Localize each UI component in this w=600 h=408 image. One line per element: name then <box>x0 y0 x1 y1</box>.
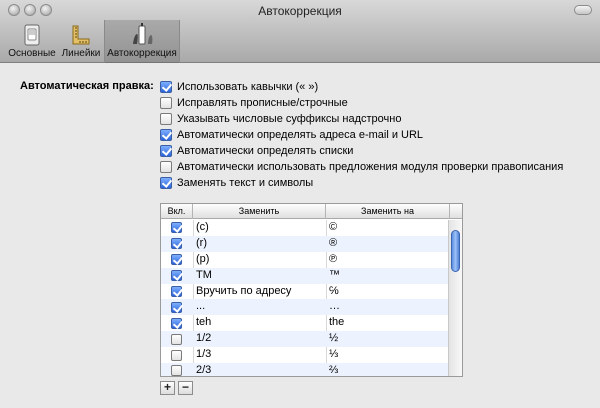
replace-table: Вкл. Заменить Заменить на (c) © (r) ® (p) ℗ TM… <box>160 203 463 377</box>
with-cell[interactable]: ½ <box>329 332 338 344</box>
row-enabled-cell <box>161 220 192 236</box>
table-row[interactable]: 2/3 ⅔ <box>161 363 450 376</box>
add-row-button[interactable]: + <box>160 381 175 395</box>
checkbox[interactable] <box>160 113 172 125</box>
row-enabled-checkbox[interactable] <box>171 238 182 250</box>
replace-cell[interactable]: Вручить по адресу <box>196 285 291 297</box>
title-toolbar: Автокоррекция Основные Линейки Автокорре… <box>0 0 600 63</box>
row-enabled-cell <box>161 315 192 331</box>
auto-correction-label: Автоматическая правка: <box>20 80 154 92</box>
with-cell[interactable]: ⅓ <box>329 348 338 360</box>
option-use-quotes[interactable]: Использовать кавычки (« ») <box>160 80 318 94</box>
column-header-replace[interactable]: Заменить <box>193 204 326 219</box>
replace-cell[interactable]: teh <box>196 316 211 328</box>
row-enabled-cell <box>161 299 192 315</box>
replace-cell[interactable]: 1/3 <box>196 348 211 360</box>
preferences-window: Автокоррекция Основные Линейки Автокорре… <box>0 0 600 408</box>
column-header-with[interactable]: Заменить на <box>326 204 450 219</box>
replace-cell[interactable]: 2/3 <box>196 364 211 376</box>
checkbox[interactable] <box>160 97 172 109</box>
table-row[interactable]: TM ™ <box>161 267 450 284</box>
column-header-enabled[interactable]: Вкл. <box>161 204 193 219</box>
remove-row-button[interactable]: − <box>178 381 193 395</box>
option-detect-lists[interactable]: Автоматически определять списки <box>160 144 353 158</box>
with-cell[interactable]: ℅ <box>329 285 339 297</box>
row-enabled-checkbox[interactable] <box>171 286 182 297</box>
row-enabled-cell <box>161 347 192 363</box>
row-enabled-cell <box>161 331 192 347</box>
table-row[interactable]: 1/3 ⅓ <box>161 347 450 363</box>
replace-cell[interactable]: (r) <box>196 237 207 249</box>
with-cell[interactable]: ® <box>329 237 337 249</box>
row-enabled-cell <box>161 252 192 268</box>
table-row[interactable]: Вручить по адресу ℅ <box>161 284 450 300</box>
checkbox[interactable] <box>160 81 172 93</box>
row-enabled-cell <box>161 363 192 376</box>
checkbox[interactable] <box>160 129 172 141</box>
row-enabled-checkbox[interactable] <box>171 270 182 282</box>
table-row[interactable]: (c) © <box>161 220 450 236</box>
replace-cell[interactable]: (p) <box>196 253 209 265</box>
checkbox[interactable] <box>160 145 172 157</box>
toolbar-item-general[interactable]: Основные <box>6 20 58 63</box>
autocorrect-icon <box>133 23 153 45</box>
replace-cell[interactable]: (c) <box>196 221 209 233</box>
checkbox[interactable] <box>160 177 172 189</box>
option-superscript-suffixes[interactable]: Указывать числовые суффиксы надстрочно <box>160 112 401 126</box>
table-row[interactable]: (r) ® <box>161 235 450 252</box>
with-cell[interactable]: © <box>329 221 337 233</box>
checkbox[interactable] <box>160 161 172 173</box>
row-enabled-cell <box>161 268 192 284</box>
replace-cell[interactable]: TM <box>196 269 212 281</box>
window-title: Автокоррекция <box>258 4 342 18</box>
toolbar-toggle-button[interactable] <box>574 5 592 15</box>
switch-icon <box>24 24 40 46</box>
option-fix-case[interactable]: Исправлять прописные/строчные <box>160 96 348 110</box>
with-cell[interactable]: ⅔ <box>329 364 338 376</box>
option-spellcheck-suggestions[interactable]: Автоматически использовать предложения м… <box>160 160 563 174</box>
with-cell[interactable]: ™ <box>329 269 340 281</box>
table-header: Вкл. Заменить Заменить на <box>161 204 462 219</box>
toolbar-item-rulers[interactable]: Линейки <box>58 20 104 63</box>
option-replace-text[interactable]: Заменять текст и символы <box>160 176 313 190</box>
table-row[interactable]: ... … <box>161 299 450 316</box>
row-enabled-checkbox[interactable] <box>171 301 182 313</box>
scrollbar-thumb[interactable] <box>451 230 460 272</box>
row-enabled-checkbox[interactable] <box>171 333 182 345</box>
table-row[interactable]: (p) ℗ <box>161 252 450 268</box>
row-enabled-cell <box>161 284 192 300</box>
with-cell[interactable]: ℗ <box>329 253 337 265</box>
table-row[interactable]: teh the <box>161 315 450 331</box>
row-enabled-checkbox[interactable] <box>171 254 182 266</box>
ruler-icon <box>72 25 90 45</box>
table-row[interactable]: 1/2 ½ <box>161 331 450 348</box>
replace-cell[interactable]: ... <box>196 300 205 312</box>
row-enabled-checkbox[interactable] <box>171 365 182 376</box>
toolbar-item-autocorrect[interactable]: Автокоррекция <box>104 20 180 63</box>
row-enabled-checkbox[interactable] <box>171 349 182 361</box>
replace-cell[interactable]: 1/2 <box>196 332 211 344</box>
row-enabled-checkbox[interactable] <box>171 222 182 234</box>
option-detect-urls[interactable]: Автоматически определять адреса e-mail и… <box>160 128 423 142</box>
with-cell[interactable]: the <box>329 316 344 328</box>
with-cell[interactable]: … <box>329 300 340 312</box>
table-body: (c) © (r) ® (p) ℗ TM ™ Вручить по адресу ℅... … teh… <box>161 220 450 376</box>
row-enabled-checkbox[interactable] <box>171 317 182 329</box>
row-enabled-cell <box>161 236 192 252</box>
scrollbar[interactable] <box>448 220 462 376</box>
